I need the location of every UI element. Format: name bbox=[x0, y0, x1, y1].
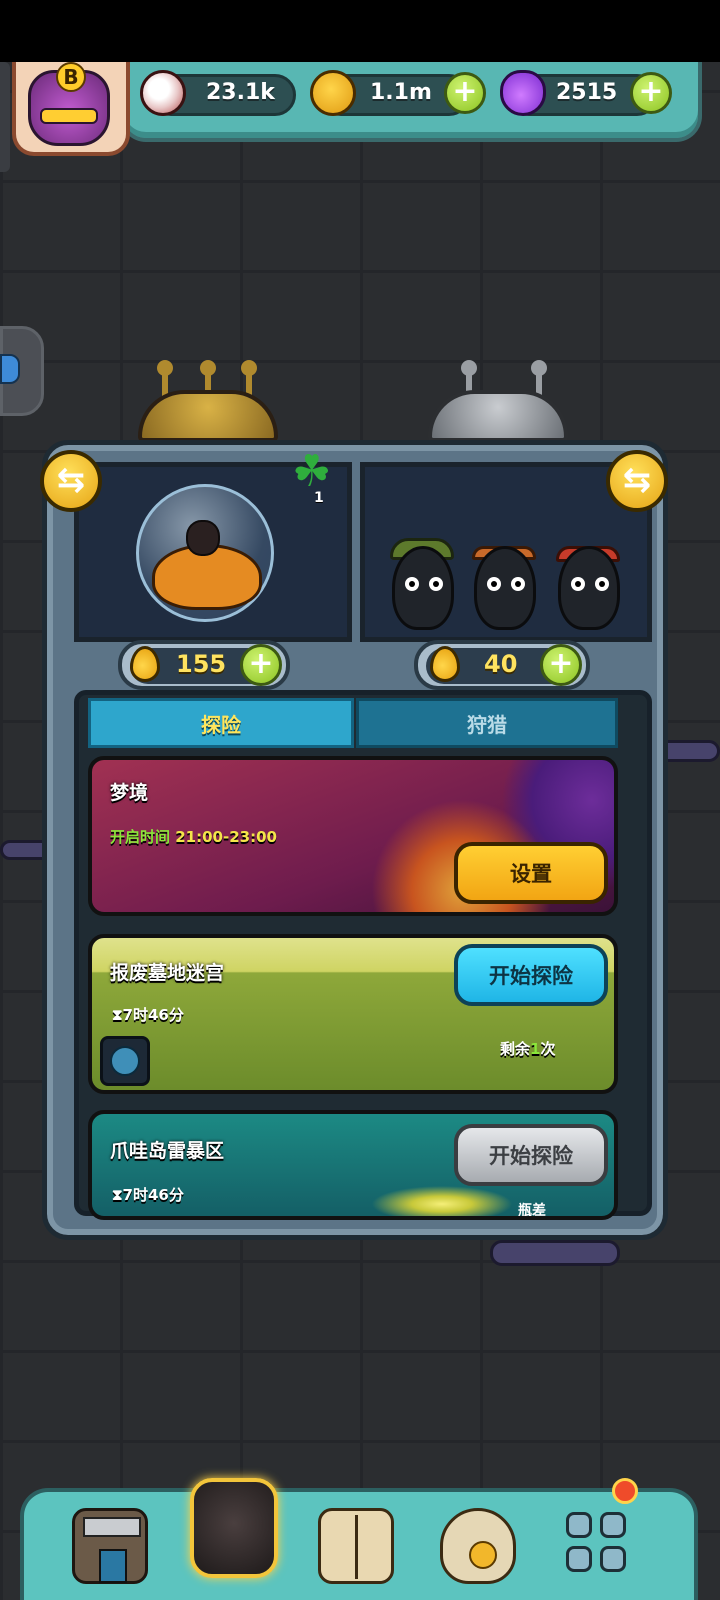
potion-icon bbox=[500, 70, 546, 116]
scrap-maze-timer: ⧗7时46分 bbox=[112, 1004, 184, 1025]
hourglass-icon: ⧗ bbox=[112, 1006, 123, 1024]
silver-dome bbox=[428, 390, 568, 442]
book-icon[interactable] bbox=[318, 1508, 394, 1584]
gold-dome bbox=[138, 390, 278, 442]
tab-explore[interactable]: 探险 bbox=[88, 698, 354, 748]
oil-drop-icon bbox=[430, 646, 460, 682]
dream-open-time: 开启时间 21:00-23:00 bbox=[110, 826, 277, 847]
swap-left-button[interactable]: ⇆ bbox=[40, 450, 102, 512]
coin-icon bbox=[310, 70, 356, 116]
rank-letter: B bbox=[56, 62, 86, 92]
right-energy-value: 40 bbox=[484, 650, 518, 678]
coin-value: 1.1m bbox=[370, 80, 432, 105]
oil-drop-icon bbox=[130, 646, 160, 682]
notification-badge bbox=[612, 1478, 638, 1504]
clover-count: 1 bbox=[314, 490, 324, 506]
thunderstorm-title: 爪哇岛雷暴区 bbox=[110, 1140, 225, 1162]
potion-value: 2515 bbox=[556, 80, 618, 105]
open-time-label: 开启时间 bbox=[110, 828, 171, 846]
rank-emblem-bar bbox=[40, 108, 98, 124]
grid-cell bbox=[600, 1512, 626, 1538]
grid-menu-icon[interactable] bbox=[566, 1512, 630, 1576]
open-time-value: 21:00-23:00 bbox=[175, 828, 277, 846]
add-coin-button[interactable]: + bbox=[444, 72, 486, 114]
pipe-decoration bbox=[490, 1240, 620, 1266]
thunderstorm-cut-text: 瓶差 bbox=[518, 1203, 546, 1216]
remaining-count: 1 bbox=[530, 1040, 541, 1058]
monster-character bbox=[392, 546, 454, 630]
side-drawer-icon bbox=[0, 354, 20, 384]
tab-hunt[interactable]: 狩猎 bbox=[356, 698, 618, 748]
monster-character bbox=[474, 546, 536, 630]
status-bar bbox=[0, 0, 720, 62]
monster-home-icon[interactable] bbox=[190, 1478, 278, 1578]
remaining-prefix: 剩余 bbox=[500, 1040, 531, 1058]
remaining-suffix: 次 bbox=[540, 1040, 556, 1058]
pet-rider bbox=[186, 520, 220, 556]
relic-icon bbox=[110, 1046, 140, 1076]
left-energy-value: 155 bbox=[176, 650, 227, 678]
grid-cell bbox=[566, 1546, 592, 1572]
scrap-maze-timer-value: 7时46分 bbox=[122, 1006, 184, 1024]
thunderstorm-timer-value: 7时46分 bbox=[122, 1186, 184, 1204]
hourglass-icon: ⧗ bbox=[112, 1186, 123, 1204]
eyeball-icon bbox=[140, 70, 186, 116]
dream-title: 梦境 bbox=[110, 782, 149, 804]
thunderstorm-start-explore-button[interactable]: 开始探险 bbox=[454, 1124, 608, 1186]
left-edge-tab bbox=[0, 62, 10, 172]
grid-cell bbox=[600, 1546, 626, 1572]
eyeball-value: 23.1k bbox=[206, 80, 275, 105]
shop-building-icon[interactable] bbox=[72, 1508, 148, 1584]
add-left-energy-button[interactable]: + bbox=[240, 644, 282, 686]
swap-right-button[interactable]: ⇆ bbox=[606, 450, 668, 512]
add-right-energy-button[interactable]: + bbox=[540, 644, 582, 686]
add-potion-button[interactable]: + bbox=[630, 72, 672, 114]
monster-character bbox=[558, 546, 620, 630]
money-bag-icon[interactable] bbox=[440, 1508, 516, 1584]
dream-settings-button[interactable]: 设置 bbox=[454, 842, 608, 904]
grid-cell bbox=[566, 1512, 592, 1538]
remaining-attempts: 剩余1次 bbox=[500, 1038, 555, 1059]
scrap-maze-title: 报废墓地迷宫 bbox=[110, 962, 225, 984]
scrap-start-explore-button[interactable]: 开始探险 bbox=[454, 944, 608, 1006]
thunderstorm-timer: ⧗7时46分 bbox=[112, 1184, 184, 1205]
clover-icon[interactable]: ☘ bbox=[292, 446, 331, 497]
